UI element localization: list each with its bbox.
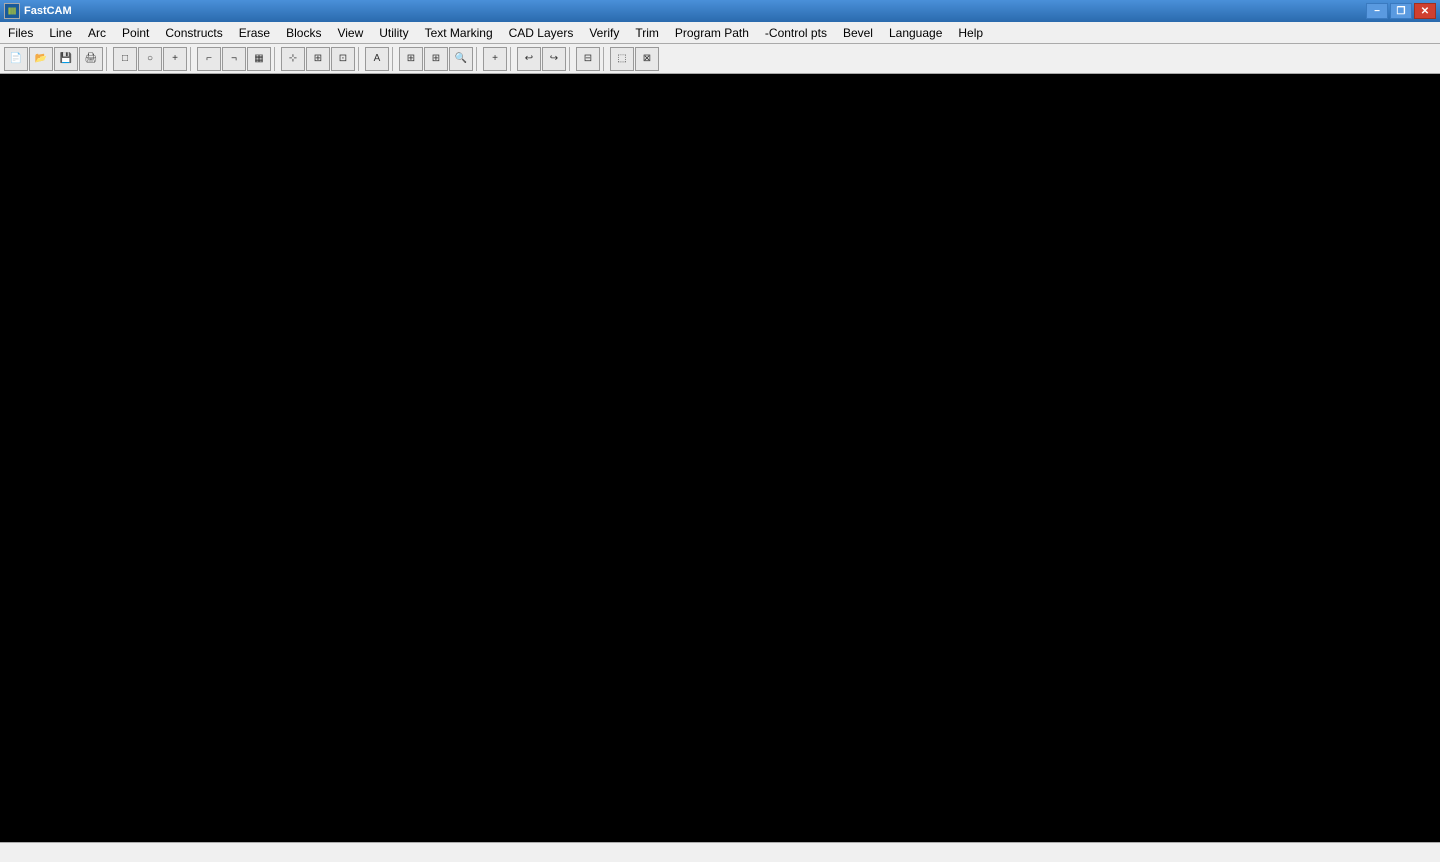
toolbar-btn-copy[interactable]: ⊞: [306, 47, 330, 71]
toolbar-btn-shade[interactable]: ▦: [247, 47, 271, 71]
menu-item-program-path[interactable]: Program Path: [667, 22, 757, 43]
minimize-button[interactable]: −: [1366, 3, 1388, 19]
menu-item-line[interactable]: Line: [41, 22, 80, 43]
toolbar-btn-zoom-grid[interactable]: ⊞: [424, 47, 448, 71]
status-bar: [0, 842, 1440, 862]
menu-item-files[interactable]: Files: [0, 22, 41, 43]
app-title: FastCAM: [24, 5, 1362, 17]
toolbar-btn-tool2[interactable]: ⬚: [610, 47, 634, 71]
menu-item-help[interactable]: Help: [950, 22, 991, 43]
toolbar-separator-10: [274, 47, 278, 71]
toolbar-separator-7: [190, 47, 194, 71]
menu-item-blocks[interactable]: Blocks: [278, 22, 329, 43]
toolbar-btn-poly2[interactable]: ¬: [222, 47, 246, 71]
close-button[interactable]: ✕: [1414, 3, 1436, 19]
toolbar-btn-open[interactable]: 📂: [29, 47, 53, 71]
toolbar-btn-zoom-win[interactable]: ⊞: [399, 47, 423, 71]
toolbar-btn-zoom-mag[interactable]: 🔍: [449, 47, 473, 71]
toolbar-separator-4: [106, 47, 110, 71]
toolbar-btn-new[interactable]: 📄: [4, 47, 28, 71]
toolbar-btn-move[interactable]: ⊹: [281, 47, 305, 71]
toolbar: 📄📂💾🖨□○+⌐¬▦⊹⊞⊡A⊞⊞🔍+↩↪⊟⬚⊠: [0, 44, 1440, 74]
menu-bar: FilesLineArcPointConstructsEraseBlocksVi…: [0, 22, 1440, 44]
toolbar-btn-tool3[interactable]: ⊠: [635, 47, 659, 71]
menu-item-erase[interactable]: Erase: [231, 22, 278, 43]
menu-item-point[interactable]: Point: [114, 22, 157, 43]
toolbar-btn-circle[interactable]: ○: [138, 47, 162, 71]
window-controls: − ❐ ✕: [1366, 3, 1436, 19]
toolbar-separator-20: [569, 47, 573, 71]
toolbar-btn-text[interactable]: A: [365, 47, 389, 71]
menu-item-verify[interactable]: Verify: [581, 22, 627, 43]
menu-item-text-marking[interactable]: Text Marking: [417, 22, 501, 43]
menu-item-utility[interactable]: Utility: [371, 22, 416, 43]
restore-button[interactable]: ❐: [1390, 3, 1412, 19]
menu-item-bevel[interactable]: Bevel: [835, 22, 881, 43]
menu-item-cad-layers[interactable]: CAD Layers: [501, 22, 582, 43]
toolbar-separator-21: [603, 47, 607, 71]
toolbar-btn-poly1[interactable]: ⌐: [197, 47, 221, 71]
menu-item-view[interactable]: View: [329, 22, 371, 43]
menu-item-control-pts[interactable]: -Control pts: [757, 22, 835, 43]
toolbar-btn-nesting[interactable]: ⊟: [576, 47, 600, 71]
toolbar-btn-undo[interactable]: ↩: [517, 47, 541, 71]
toolbar-btn-add-pt[interactable]: +: [483, 47, 507, 71]
menu-item-arc[interactable]: Arc: [80, 22, 114, 43]
toolbar-separator-18: [510, 47, 514, 71]
toolbar-btn-save[interactable]: 💾: [54, 47, 78, 71]
title-bar: |||| FastCAM − ❐ ✕: [0, 0, 1440, 22]
menu-item-trim[interactable]: Trim: [627, 22, 667, 43]
toolbar-btn-rect[interactable]: □: [113, 47, 137, 71]
toolbar-btn-redo[interactable]: ↪: [542, 47, 566, 71]
app-icon: ||||: [4, 3, 20, 19]
menu-item-constructs[interactable]: Constructs: [157, 22, 230, 43]
menu-item-language[interactable]: Language: [881, 22, 950, 43]
toolbar-btn-scale[interactable]: ⊡: [331, 47, 355, 71]
canvas-area[interactable]: [0, 74, 1440, 842]
toolbar-separator-17: [476, 47, 480, 71]
toolbar-btn-plus[interactable]: +: [163, 47, 187, 71]
toolbar-btn-print[interactable]: 🖨: [79, 47, 103, 71]
toolbar-separator-13: [358, 47, 362, 71]
toolbar-separator-14: [392, 47, 396, 71]
